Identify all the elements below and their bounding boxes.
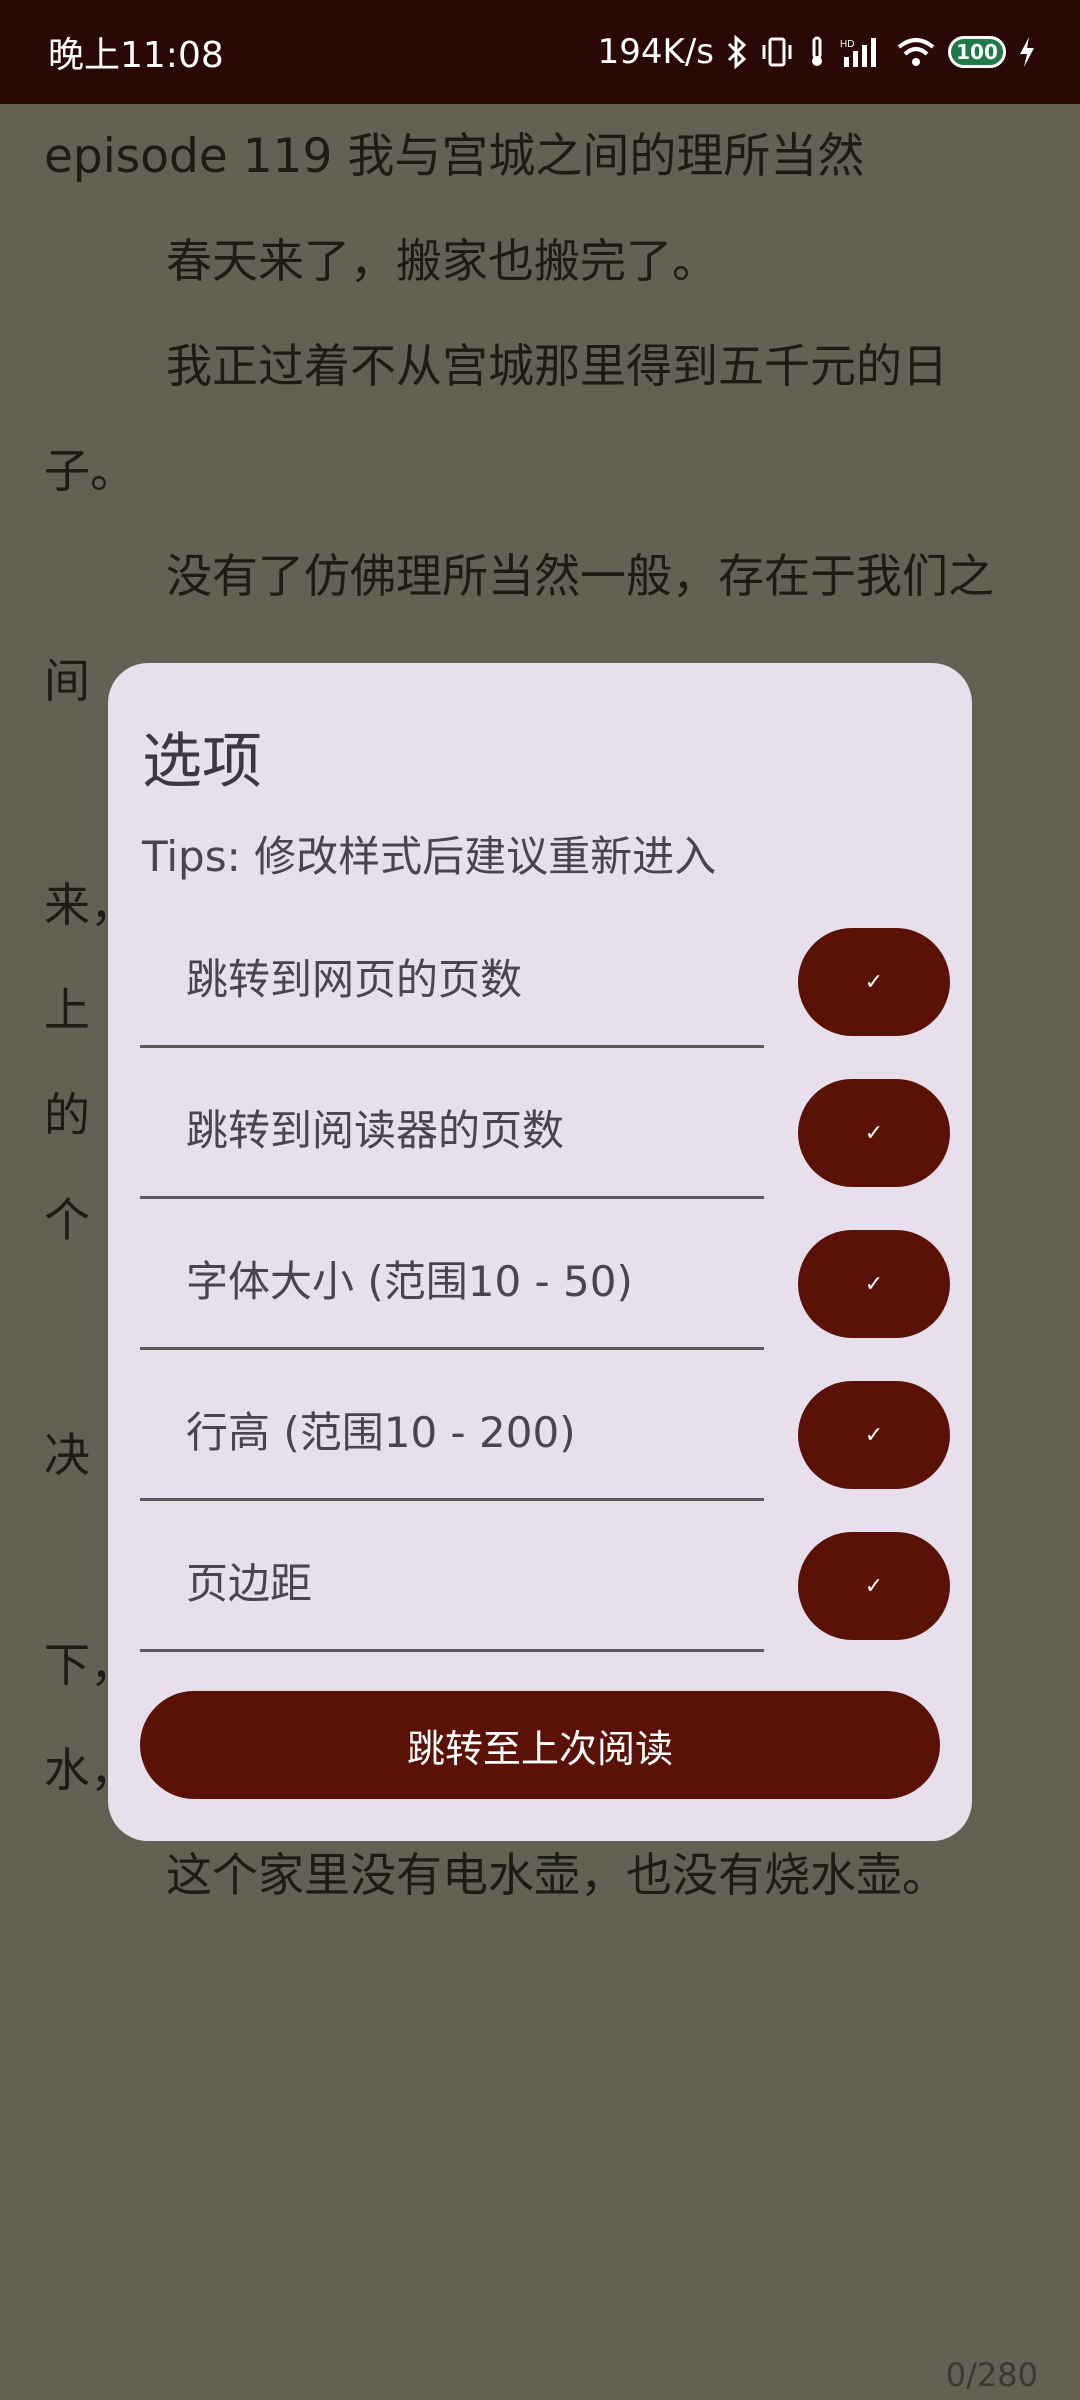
bluetooth-icon bbox=[726, 35, 748, 69]
dialog-tips: Tips: 修改样式后建议重新进入 bbox=[142, 832, 717, 881]
page-counter: 0/280 bbox=[945, 2356, 1038, 2394]
check-icon: ✓ bbox=[864, 1271, 884, 1297]
reader-page-row: 跳转到阅读器的页数 ✓ bbox=[140, 1069, 950, 1220]
check-icon: ✓ bbox=[864, 1422, 884, 1448]
page-margin-field[interactable]: 页边距 bbox=[140, 1522, 764, 1652]
confirm-reader-page-button[interactable]: ✓ bbox=[798, 1079, 950, 1187]
svg-text:HD: HD bbox=[840, 39, 854, 50]
line-height-row: 行高 (范围10 - 200) ✓ bbox=[140, 1371, 950, 1522]
location-icon bbox=[806, 35, 828, 69]
check-icon: ✓ bbox=[864, 969, 884, 995]
font-size-field[interactable]: 字体大小 (范围10 - 50) bbox=[140, 1220, 764, 1350]
check-icon: ✓ bbox=[864, 1120, 884, 1146]
paragraph: 我正过着不从宫城那里得到五千元的日子。 bbox=[44, 339, 948, 498]
check-icon: ✓ bbox=[864, 1573, 884, 1599]
web-page-row: 跳转到网页的页数 ✓ bbox=[140, 918, 950, 1069]
charging-icon bbox=[1018, 35, 1036, 69]
field-label: 跳转到网页的页数 bbox=[186, 955, 523, 1004]
jump-to-last-read-button[interactable]: 跳转至上次阅读 bbox=[140, 1691, 940, 1799]
paragraph: 春天来了，搬家也搬完了。 bbox=[166, 234, 718, 288]
status-bar: 晚上11:08 194K/s HD 100 bbox=[0, 0, 1080, 104]
confirm-font-size-button[interactable]: ✓ bbox=[798, 1230, 950, 1338]
chapter-title: episode 119 我与宫城之间的理所当然 bbox=[44, 129, 865, 184]
signal-icon: HD bbox=[840, 35, 884, 69]
font-size-row: 字体大小 (范围10 - 50) ✓ bbox=[140, 1220, 950, 1371]
reader-page-field[interactable]: 跳转到阅读器的页数 bbox=[140, 1069, 764, 1199]
status-icons: 194K/s HD 100 bbox=[598, 32, 1036, 72]
line-height-field[interactable]: 行高 (范围10 - 200) bbox=[140, 1371, 764, 1501]
page-margin-row: 页边距 ✓ bbox=[140, 1522, 950, 1673]
wifi-icon bbox=[896, 35, 936, 69]
options-dialog: 选项 Tips: 修改样式后建议重新进入 跳转到网页的页数 ✓ 跳转到阅读器的页… bbox=[108, 663, 972, 1841]
confirm-line-height-button[interactable]: ✓ bbox=[798, 1381, 950, 1489]
confirm-web-page-button[interactable]: ✓ bbox=[798, 928, 950, 1036]
reader-fragments-2: 决 bbox=[44, 1403, 90, 1508]
status-time: 晚上11:08 bbox=[48, 35, 224, 76]
dialog-title: 选项 bbox=[142, 727, 262, 797]
vibrate-icon bbox=[760, 35, 794, 69]
web-page-field[interactable]: 跳转到网页的页数 bbox=[140, 918, 764, 1048]
field-label: 行高 (范围10 - 200) bbox=[186, 1408, 576, 1457]
field-label: 页边距 bbox=[186, 1559, 313, 1608]
net-speed: 194K/s bbox=[597, 32, 714, 72]
field-label: 跳转到阅读器的页数 bbox=[186, 1106, 565, 1155]
field-label: 字体大小 (范围10 - 50) bbox=[186, 1257, 633, 1306]
confirm-page-margin-button[interactable]: ✓ bbox=[798, 1532, 950, 1640]
text-fragment: 决 bbox=[44, 1428, 90, 1482]
battery-icon: 100 bbox=[948, 36, 1006, 68]
